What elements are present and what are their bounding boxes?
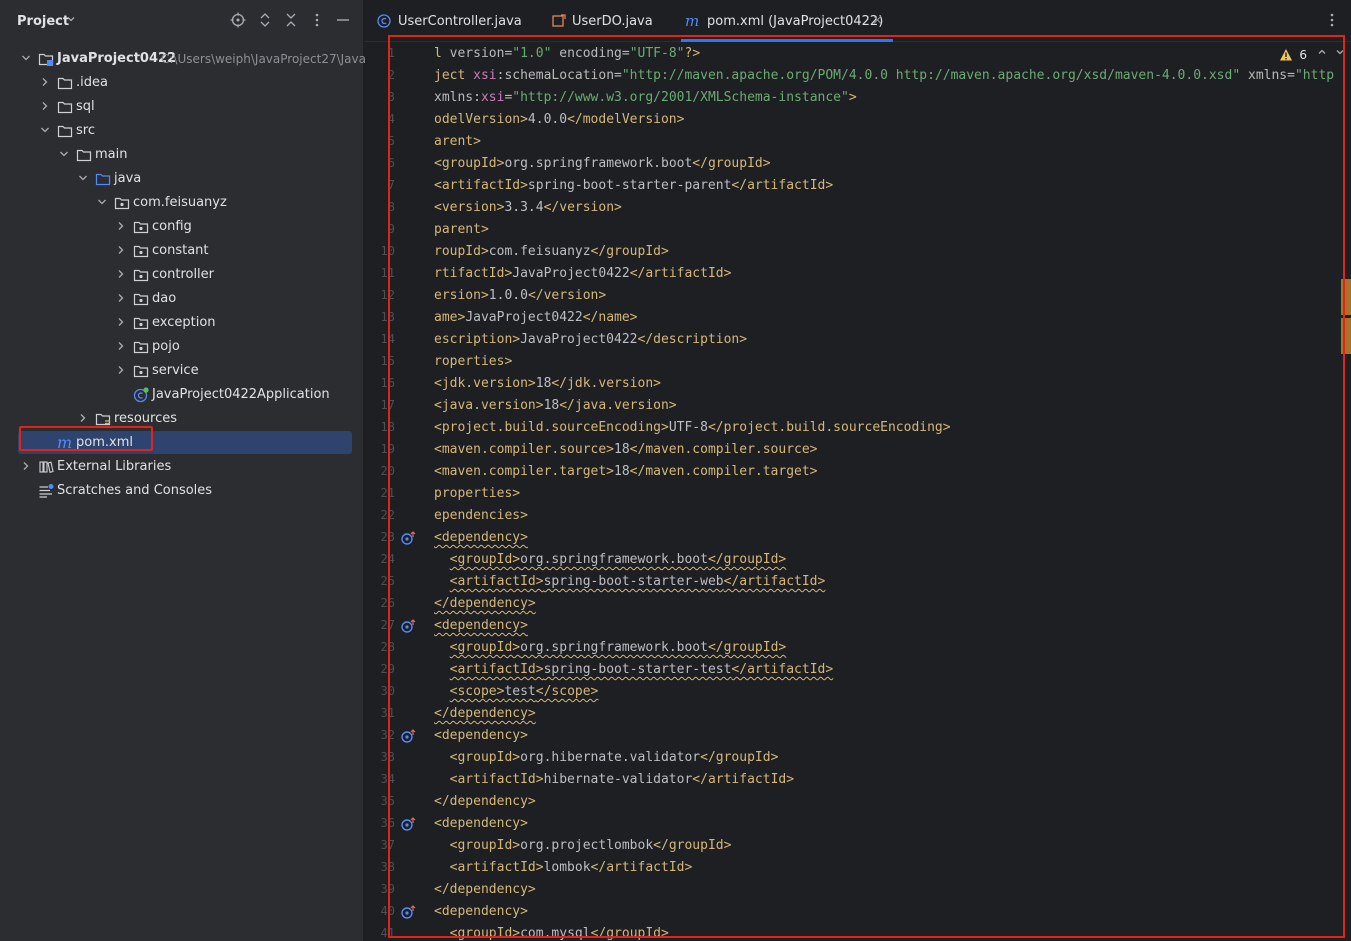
- tab-label: UserController.java: [398, 14, 522, 29]
- project-view-selector[interactable]: Project: [17, 14, 69, 29]
- chevron-right-icon[interactable]: [39, 100, 51, 112]
- tree-item-label: service: [152, 363, 199, 378]
- tree-item-label: sql: [76, 99, 95, 114]
- expand-all-icon[interactable]: [256, 12, 274, 30]
- tree-item-external-libraries[interactable]: External Libraries: [0, 455, 364, 479]
- folder-icon: [57, 99, 73, 115]
- package-icon: [133, 315, 149, 331]
- hide-panel-icon[interactable]: [334, 12, 352, 30]
- chevron-right-icon[interactable]: [20, 460, 32, 472]
- tree-item-service[interactable]: service: [0, 359, 364, 383]
- annotation-highlight-box: [388, 35, 1345, 938]
- tree-item-idea[interactable]: .idea: [0, 71, 364, 95]
- tree-item-label: exception: [152, 315, 216, 330]
- maven-icon: m: [685, 12, 703, 30]
- package-icon: [133, 339, 149, 355]
- folder-icon: [76, 147, 92, 163]
- tree-item-com-feisuanyz[interactable]: com.feisuanyz: [0, 191, 364, 215]
- close-tab-icon[interactable]: ×: [872, 13, 883, 28]
- tree-item-controller[interactable]: controller: [0, 263, 364, 287]
- chevron-right-icon[interactable]: [115, 292, 127, 304]
- project-tool-window: Project JavaProject0422 C:\Users\weiph\Ja…: [0, 0, 366, 941]
- tree-item-constant[interactable]: constant: [0, 239, 364, 263]
- tree-item-label: JavaProject0422Application: [152, 387, 330, 402]
- tree-item-java[interactable]: java: [0, 167, 364, 191]
- tree-item-label: controller: [152, 267, 215, 282]
- source-folder-icon: [95, 171, 111, 187]
- chevron-right-icon[interactable]: [115, 364, 127, 376]
- package-icon: [133, 243, 149, 259]
- package-icon: [133, 219, 149, 235]
- tree-item-label: pojo: [152, 339, 180, 354]
- java-class-icon: [377, 14, 391, 28]
- options-menu-icon[interactable]: [308, 12, 326, 30]
- libraries-icon: [38, 459, 54, 475]
- package-icon: [133, 267, 149, 283]
- chevron-right-icon[interactable]: [39, 76, 51, 88]
- tree-item-label: dao: [152, 291, 177, 306]
- tree-item-label: main: [95, 147, 128, 162]
- chevron-down-icon[interactable]: [66, 14, 76, 27]
- package-icon: [114, 195, 130, 211]
- tree-item-config[interactable]: config: [0, 215, 364, 239]
- package-icon: [133, 363, 149, 379]
- tab-actions-menu-icon[interactable]: [1325, 12, 1339, 32]
- tree-item-label: constant: [152, 243, 209, 258]
- chevron-right-icon[interactable]: [115, 316, 127, 328]
- chevron-right-icon[interactable]: [77, 412, 89, 424]
- chevron-down-icon[interactable]: [77, 172, 89, 184]
- chevron-right-icon[interactable]: [115, 268, 127, 280]
- tree-item-label: .idea: [76, 75, 108, 90]
- locate-file-icon[interactable]: [229, 12, 247, 30]
- scratches-icon: [38, 483, 54, 499]
- project-path: C:\Users\weiph\JavaProject27\Java: [161, 52, 366, 66]
- project-module-icon: [38, 51, 54, 67]
- tree-item-main[interactable]: main: [0, 143, 364, 167]
- tree-item-exception[interactable]: exception: [0, 311, 364, 335]
- chevron-right-icon[interactable]: [115, 220, 127, 232]
- tree-item-src[interactable]: src: [0, 119, 364, 143]
- chevron-down-icon[interactable]: [96, 196, 108, 208]
- tree-item-dao[interactable]: dao: [0, 287, 364, 311]
- chevron-right-icon[interactable]: [115, 244, 127, 256]
- chevron-down-icon[interactable]: [39, 124, 51, 136]
- tab-label: pom.xml (JavaProject0422): [707, 14, 884, 29]
- tree-item-label: JavaProject0422: [57, 51, 177, 66]
- folder-icon: [57, 123, 73, 139]
- tree-item-label: java: [114, 171, 142, 186]
- chevron-down-icon[interactable]: [58, 148, 70, 160]
- tree-item-label: com.feisuanyz: [133, 195, 227, 210]
- spring-boot-class-icon: [133, 387, 149, 403]
- project-panel-header: Project: [0, 0, 364, 44]
- annotation-highlight-box: [19, 426, 153, 451]
- svg-text:m: m: [685, 14, 699, 28]
- folder-icon: [57, 75, 73, 91]
- chevron-right-icon[interactable]: [115, 340, 127, 352]
- tree-item-javaproject0422[interactable]: JavaProject0422 C:\Users\weiph\JavaProjec…: [0, 47, 366, 71]
- tree-item-javaproject0422application[interactable]: JavaProject0422Application: [0, 383, 364, 407]
- tree-item-sql[interactable]: sql: [0, 95, 364, 119]
- chevron-down-icon[interactable]: [20, 52, 32, 64]
- tree-item-label: External Libraries: [57, 459, 172, 474]
- java-record-icon: [552, 14, 566, 28]
- tree-item-scratches-and-consoles[interactable]: Scratches and Consoles: [0, 479, 364, 503]
- tree-item-label: Scratches and Consoles: [57, 483, 213, 498]
- resources-folder-icon: [95, 411, 111, 427]
- tree-item-label: config: [152, 219, 192, 234]
- package-icon: [133, 291, 149, 307]
- tree-item-pojo[interactable]: pojo: [0, 335, 364, 359]
- tree-item-label: src: [76, 123, 95, 138]
- tab-label: UserDO.java: [572, 14, 653, 29]
- collapse-all-icon[interactable]: [282, 12, 300, 30]
- tree-item-label: resources: [114, 411, 178, 426]
